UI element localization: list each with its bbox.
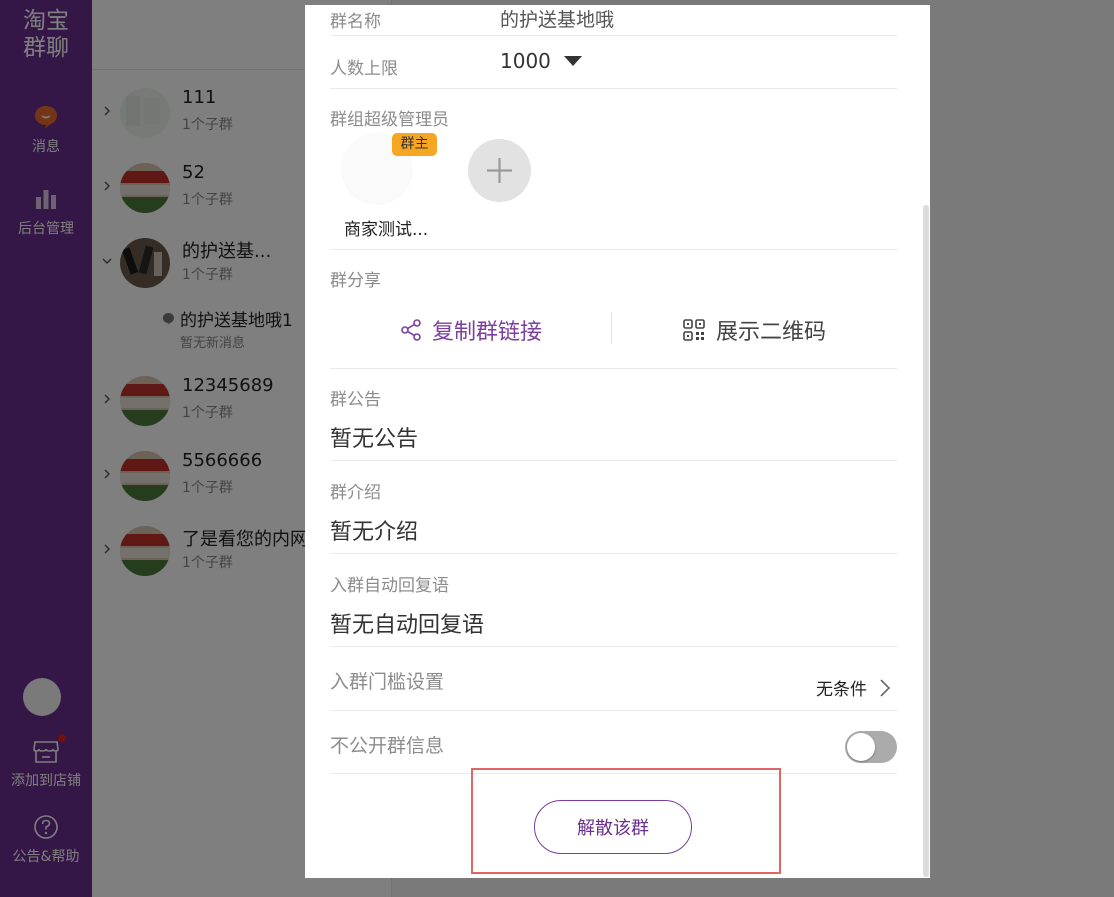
share-icon xyxy=(401,319,421,341)
copy-link-button[interactable]: 复制群链接 xyxy=(399,313,542,347)
admins-label: 群组超级管理员 xyxy=(330,110,449,130)
autoreply-section[interactable]: 入群自动回复语 暂无自动回复语 xyxy=(330,554,897,647)
announcement-value: 暂无公告 xyxy=(330,427,419,452)
intro-value: 暂无介绍 xyxy=(330,520,419,545)
group-name-row: 群名称 的护送基地哦 xyxy=(330,5,897,36)
member-limit-label: 人数上限 xyxy=(330,59,398,79)
share-section: 群分享 xyxy=(330,250,897,369)
chevron-right-icon xyxy=(880,678,891,697)
scrollbar-track[interactable] xyxy=(922,5,930,878)
qr-code-icon xyxy=(683,319,705,341)
admin-name: 商家测试... xyxy=(344,220,429,240)
threshold-value: 无条件 xyxy=(816,680,867,700)
threshold-label: 入群门槛设置 xyxy=(330,671,445,693)
private-info-toggle[interactable] xyxy=(845,731,897,763)
member-limit-select[interactable]: 1000 xyxy=(500,49,583,73)
plus-icon xyxy=(487,158,512,183)
member-limit-row: 人数上限 1000 xyxy=(330,36,897,89)
toggle-knob xyxy=(847,733,875,761)
announcement-section[interactable]: 群公告 暂无公告 xyxy=(330,369,897,461)
threshold-row[interactable]: 入群门槛设置 无条件 xyxy=(330,647,897,711)
owner-badge: 群主 xyxy=(392,133,437,156)
private-info-row: 不公开群信息 xyxy=(330,711,897,774)
intro-label: 群介绍 xyxy=(330,483,381,503)
scrollbar-thumb[interactable] xyxy=(923,205,929,877)
share-divider xyxy=(611,312,612,344)
add-admin-button[interactable] xyxy=(468,139,531,202)
announcement-label: 群公告 xyxy=(330,390,381,410)
autoreply-value: 暂无自动回复语 xyxy=(330,613,485,638)
group-settings-modal: 群名称 的护送基地哦 人数上限 1000 群组超级管理员 群主 商家测试... … xyxy=(305,5,930,878)
group-name-value[interactable]: 的护送基地哦 xyxy=(500,5,614,32)
private-info-label: 不公开群信息 xyxy=(330,735,445,757)
show-qr-label: 展示二维码 xyxy=(716,320,827,345)
group-name-label: 群名称 xyxy=(330,12,381,32)
share-label: 群分享 xyxy=(330,271,381,291)
intro-section[interactable]: 群介绍 暂无介绍 xyxy=(330,461,897,554)
member-limit-value: 1000 xyxy=(500,49,551,73)
highlight-annotation-box xyxy=(471,768,781,874)
copy-link-label: 复制群链接 xyxy=(432,320,543,345)
show-qr-button[interactable]: 展示二维码 xyxy=(682,313,826,347)
threshold-value-group: 无条件 xyxy=(816,675,891,700)
autoreply-label: 入群自动回复语 xyxy=(330,576,449,596)
dropdown-caret-icon xyxy=(563,56,582,66)
